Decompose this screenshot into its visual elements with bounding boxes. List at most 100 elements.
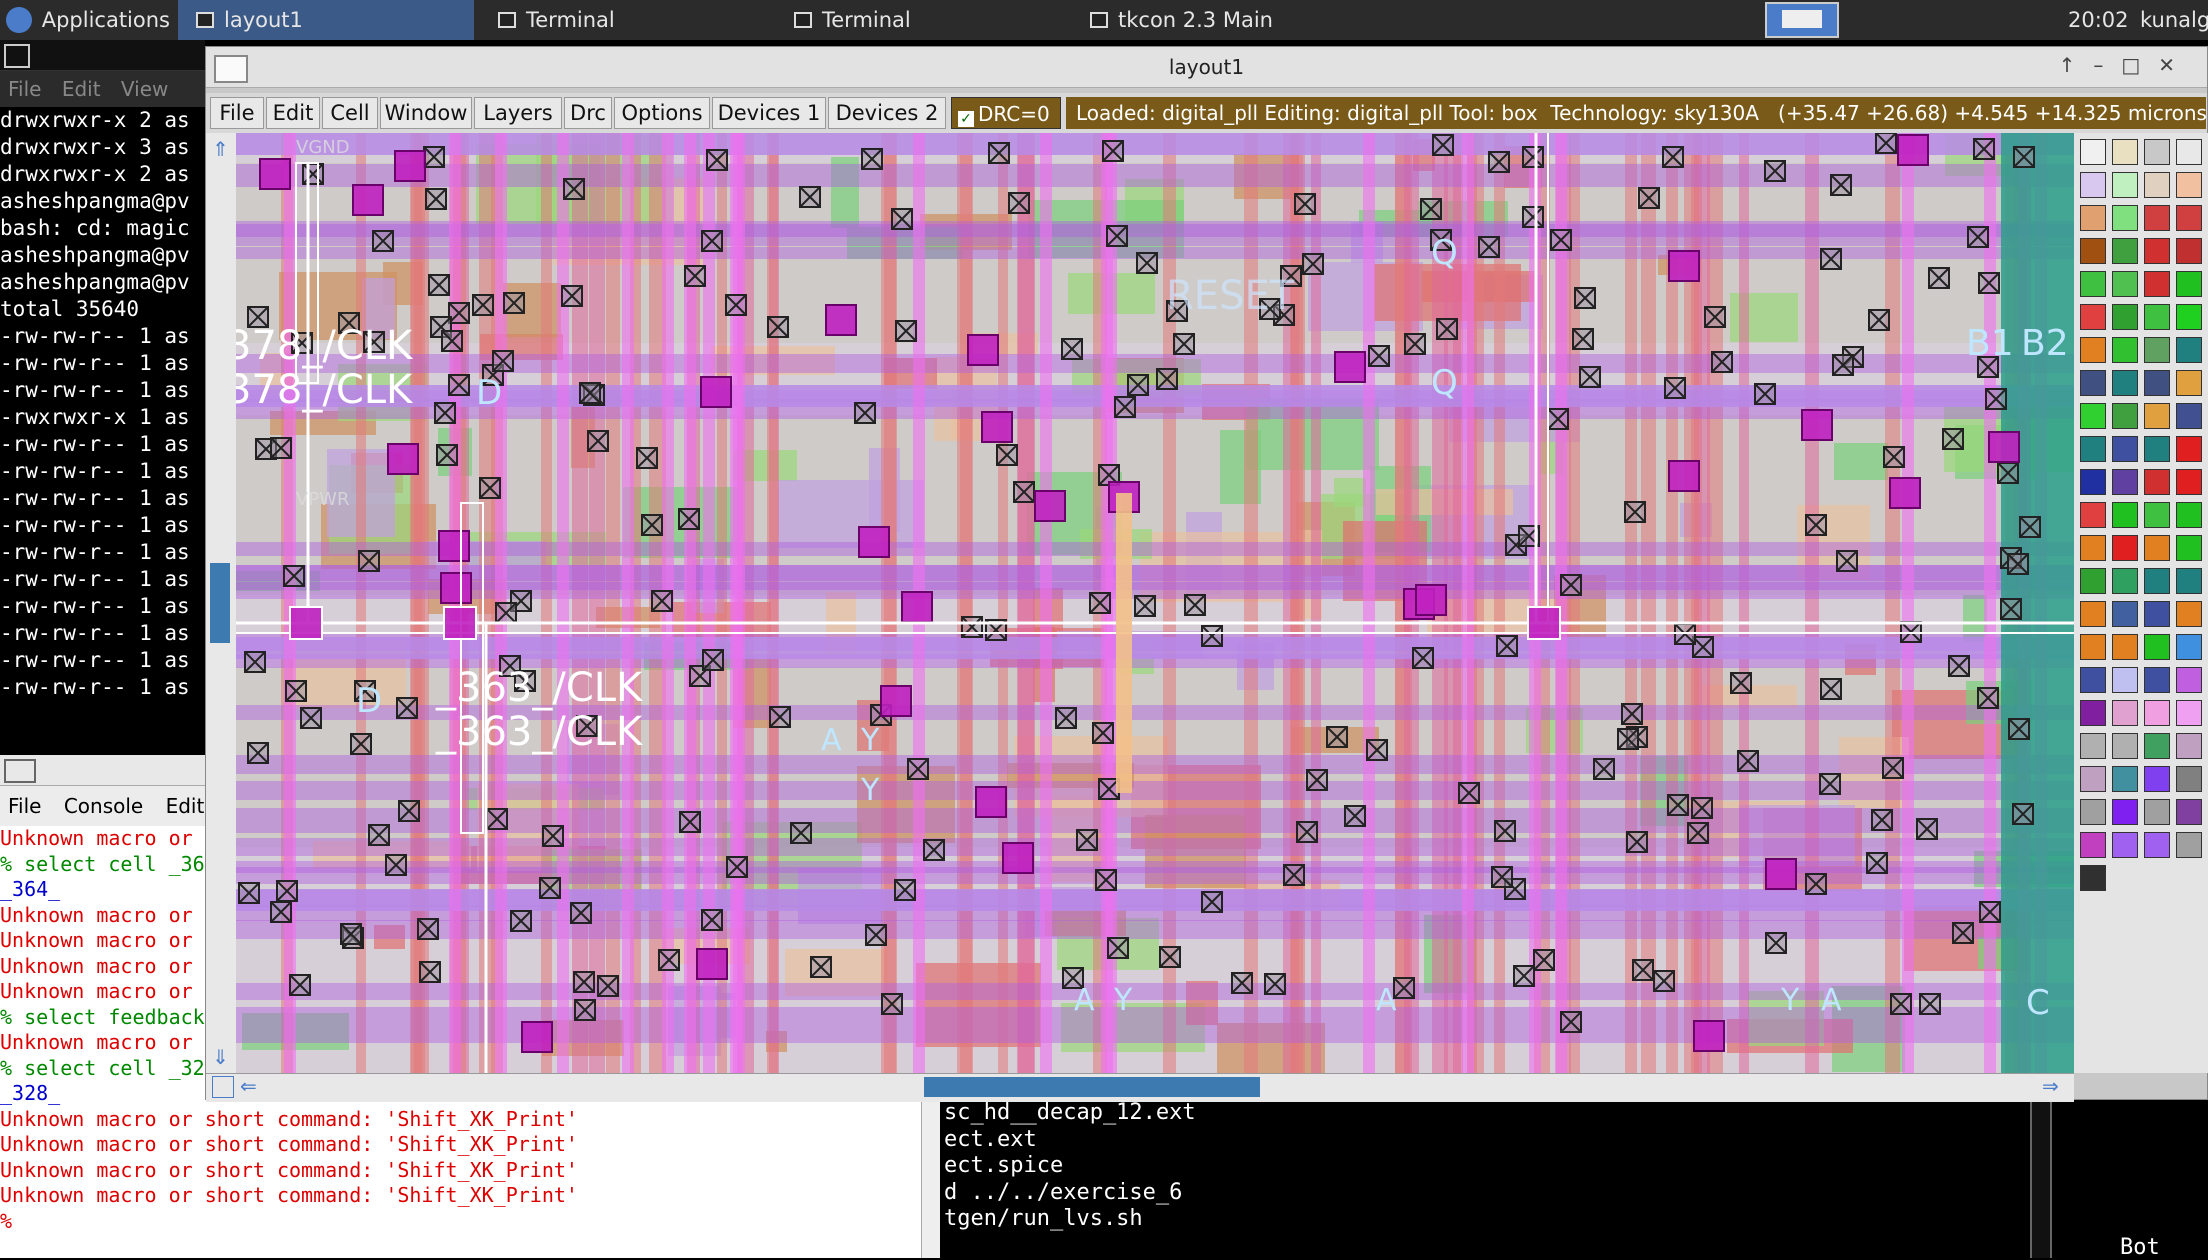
keep-above-icon[interactable]: ↑ [2059,53,2094,77]
layer-swatch[interactable] [2080,568,2106,594]
layer-swatch[interactable] [2176,436,2202,462]
layout-canvas[interactable]: 378_/CLK 378_/CLK _363_/CLK _363_/CLK D … [236,133,2074,1073]
layer-swatch[interactable] [2080,139,2106,165]
scroll-right-icon[interactable]: ⇒ [2042,1074,2059,1098]
layer-swatch[interactable] [2080,370,2106,396]
layer-swatch[interactable] [2112,700,2138,726]
layer-swatch[interactable] [2144,766,2170,792]
layer-swatch[interactable] [2112,238,2138,264]
layer-swatch[interactable] [2176,172,2202,198]
menu-console[interactable]: Console [64,794,143,818]
layer-swatch[interactable] [2080,601,2106,627]
layer-swatch[interactable] [2112,370,2138,396]
layer-swatch[interactable] [2144,403,2170,429]
layer-swatch[interactable] [2176,205,2202,231]
menu-cell[interactable]: Cell [322,97,378,129]
layer-swatch[interactable] [2112,205,2138,231]
layer-swatch[interactable] [2112,766,2138,792]
layer-swatch[interactable] [2112,535,2138,561]
scroll-left-icon[interactable]: ⇐ [240,1074,257,1098]
layer-swatch[interactable] [2080,271,2106,297]
layer-swatch[interactable] [2176,799,2202,825]
workspace-switcher[interactable] [1765,2,1839,38]
layer-swatch[interactable] [2112,139,2138,165]
zoom-box-icon[interactable] [212,1076,234,1098]
layer-swatch[interactable] [2144,832,2170,858]
menu-view[interactable]: View [121,77,168,101]
layer-swatch[interactable] [2080,238,2106,264]
layer-swatch[interactable] [2112,337,2138,363]
menu-edit[interactable]: Edit [166,794,205,818]
user-name[interactable]: kunalg [2140,8,2208,32]
horizontal-scrollbar[interactable]: ⇐ ⇒ [206,1073,2074,1102]
layer-swatch[interactable] [2144,601,2170,627]
layer-swatch[interactable] [2144,568,2170,594]
layer-swatch[interactable] [2112,403,2138,429]
layer-swatch[interactable] [2144,799,2170,825]
layer-swatch[interactable] [2176,634,2202,660]
scroll-down-icon[interactable]: ⇓ [212,1045,229,1069]
task-tkcon[interactable]: tkcon 2.3 Main [1072,0,1372,40]
menu-options[interactable]: Options [614,97,710,129]
layer-swatch[interactable] [2176,733,2202,759]
layer-swatch[interactable] [2144,502,2170,528]
scroll-thumb[interactable] [924,1077,1260,1097]
layer-swatch[interactable] [2112,271,2138,297]
layer-swatch[interactable] [2176,700,2202,726]
menu-edit[interactable]: Edit [62,77,101,101]
applications-menu[interactable]: Applications [0,0,170,40]
terminal-window-left[interactable]: File Edit View drwxrwxr-x 2 as drwxrwxr-x… [0,40,205,760]
minimize-icon[interactable]: – [2093,53,2121,77]
layer-swatch[interactable] [2176,832,2202,858]
layer-swatch[interactable] [2080,766,2106,792]
layer-swatch[interactable] [2112,634,2138,660]
task-terminal-2[interactable]: Terminal [776,0,1066,40]
terminal-window-bottom[interactable]: sc_hd__decap_12.ext ect.ext ect.spice d ../… [940,1100,2208,1260]
layer-swatch[interactable] [2144,337,2170,363]
layer-swatch[interactable] [2144,700,2170,726]
layer-swatch[interactable] [2144,205,2170,231]
layer-swatch[interactable] [2080,667,2106,693]
layer-swatch[interactable] [2080,799,2106,825]
task-layout1[interactable]: layout1 [178,0,474,40]
scroll-up-icon[interactable]: ⇑ [212,137,229,161]
layer-swatch[interactable] [2176,304,2202,330]
layer-swatch[interactable] [2080,205,2106,231]
menu-drc[interactable]: Drc [564,97,612,129]
menu-file[interactable]: File [8,794,41,818]
menu-layers[interactable]: Layers [474,97,562,129]
layer-swatch[interactable] [2144,469,2170,495]
layer-swatch[interactable] [2176,601,2202,627]
layer-swatch[interactable] [2080,700,2106,726]
layer-swatch[interactable] [2112,568,2138,594]
layer-swatch[interactable] [2080,502,2106,528]
layer-swatch[interactable] [2176,271,2202,297]
magic-layout-window[interactable]: layout1 ↑–□✕ File Edit Cell Window Layer… [205,46,2208,1102]
layer-swatch[interactable] [2080,832,2106,858]
layer-swatch[interactable] [2112,436,2138,462]
menu-devices-1[interactable]: Devices 1 [712,97,826,129]
layer-swatch[interactable] [2176,469,2202,495]
layer-swatch[interactable] [2080,403,2106,429]
layer-swatch[interactable] [2080,304,2106,330]
layer-swatch[interactable] [2176,370,2202,396]
layer-swatch[interactable] [2144,271,2170,297]
layer-swatch[interactable] [2176,568,2202,594]
layer-swatch[interactable] [2144,667,2170,693]
menu-devices-2[interactable]: Devices 2 [828,97,946,129]
layer-swatch[interactable] [2144,139,2170,165]
menu-file[interactable]: File [8,77,41,101]
terminal-scrollbar[interactable] [2030,1100,2052,1258]
layer-swatch[interactable] [2144,238,2170,264]
layer-palette[interactable] [2074,133,2208,1073]
layer-swatch[interactable] [2176,502,2202,528]
layer-swatch[interactable] [2080,436,2106,462]
layer-swatch[interactable] [2176,238,2202,264]
layer-swatch[interactable] [2176,667,2202,693]
layer-swatch[interactable] [2176,337,2202,363]
scroll-thumb[interactable] [210,563,230,643]
layer-swatch[interactable] [2112,733,2138,759]
menu-file[interactable]: File [210,97,264,129]
layer-swatch[interactable] [2080,634,2106,660]
layer-swatch[interactable] [2112,469,2138,495]
